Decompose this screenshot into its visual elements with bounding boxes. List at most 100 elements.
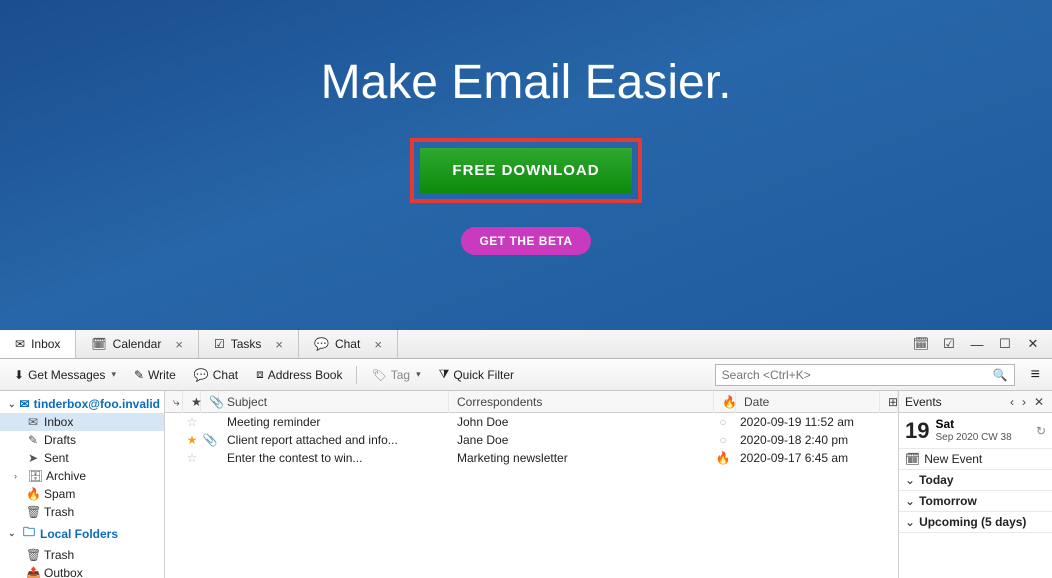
calendar-icon: 🗓 — [91, 337, 106, 351]
maximize-button[interactable]: ☐ — [994, 333, 1016, 355]
spam-indicator-icon: 🔥 — [714, 451, 732, 465]
main-area: ⌄ ✉ tinderbox@foo.invalid ✉Inbox ✎Drafts… — [0, 391, 1052, 578]
quick-filter-button[interactable]: ⧩ Quick Filter — [431, 363, 522, 386]
tab-label: Inbox — [31, 337, 60, 351]
col-spam-indicator[interactable]: 🔥 — [714, 391, 736, 413]
menu-button[interactable]: ≡ — [1025, 362, 1046, 388]
chevron-down-icon[interactable]: ▾ — [111, 369, 116, 380]
tab-chat[interactable]: 💬 Chat × — [299, 330, 398, 358]
tab-bar: ✉ Inbox 🗓 Calendar × ☑ Tasks × 💬 Chat × … — [0, 330, 1052, 359]
events-close-button[interactable]: ✕ — [1032, 395, 1046, 409]
message-subject: Enter the contest to win... — [219, 451, 449, 465]
folder-drafts[interactable]: ✎Drafts — [0, 431, 164, 449]
folder-label: Spam — [44, 487, 75, 501]
tag-button[interactable]: 🏷 Tag ▾ — [363, 364, 428, 386]
events-title: Events — [905, 395, 942, 409]
events-date[interactable]: 19 Sat Sep 2020 CW 38 ↻ — [899, 413, 1052, 449]
message-row[interactable]: ☆Meeting reminderJohn Doe○2020-09-19 11:… — [165, 413, 898, 431]
toolbar: ⬇ Get Messages ▾ ✎ Write 💬 Chat ⧈ Addres… — [0, 359, 1052, 391]
new-event-button[interactable]: 🗓 New Event — [899, 449, 1052, 470]
events-day-number: 19 — [905, 418, 929, 444]
message-row[interactable]: ★📎Client report attached and info...Jane… — [165, 431, 898, 449]
events-dow: Sat — [935, 417, 954, 431]
col-star[interactable]: ★ — [183, 391, 201, 413]
col-date[interactable]: Date — [736, 391, 880, 413]
folder-label: Trash — [44, 548, 74, 562]
col-picker[interactable]: ⊞ — [880, 391, 898, 413]
close-icon[interactable]: × — [374, 337, 382, 352]
star-icon[interactable]: ★ — [183, 433, 201, 447]
account-node[interactable]: ⌄ ✉ tinderbox@foo.invalid — [0, 395, 164, 413]
chat-icon: 💬 — [314, 337, 329, 351]
events-subdate: Sep 2020 CW 38 — [935, 432, 1011, 443]
minimize-button[interactable]: — — [966, 333, 988, 355]
attachment-icon: 📎 — [201, 433, 219, 447]
mail-icon: ✉ — [15, 337, 25, 351]
sent-icon: ➤ — [26, 451, 40, 465]
folder-outbox[interactable]: 📤Outbox — [0, 564, 164, 578]
folder-archive[interactable]: ›🗄Archive — [0, 467, 164, 485]
write-button[interactable]: ✎ Write — [126, 364, 184, 386]
hero-title: Make Email Easier. — [321, 55, 732, 110]
address-book-button[interactable]: ⧈ Address Book — [248, 363, 350, 386]
events-section-upcoming[interactable]: Upcoming (5 days) — [899, 512, 1052, 533]
events-section-tomorrow[interactable]: Tomorrow — [899, 491, 1052, 512]
get-beta-button[interactable]: GET THE BETA — [461, 227, 590, 255]
tool-label: Chat — [213, 368, 238, 382]
calendar-icon: 🗓 — [905, 452, 920, 466]
close-icon[interactable]: × — [175, 337, 183, 352]
col-subject[interactable]: Subject — [219, 391, 449, 413]
col-thread[interactable]: ⤷ — [165, 391, 183, 413]
tool-label: Quick Filter — [453, 368, 514, 382]
pencil-icon: ✎ — [134, 368, 144, 382]
tab-inbox[interactable]: ✉ Inbox — [0, 330, 76, 358]
outbox-icon: 📤 — [26, 566, 40, 578]
message-columns-header: ⤷ ★ 📎 Subject Correspondents 🔥 Date ⊞ — [165, 391, 898, 413]
spam-indicator-icon: ○ — [714, 415, 732, 429]
local-folders-node[interactable]: ⌄ 🗀 Local Folders — [0, 521, 164, 546]
free-download-button[interactable]: FREE DOWNLOAD — [420, 148, 631, 193]
tab-label: Tasks — [231, 337, 262, 351]
events-reload-icon[interactable]: ↻ — [1036, 424, 1046, 438]
tab-tasks[interactable]: ☑ Tasks × — [199, 330, 299, 358]
message-from: Marketing newsletter — [449, 451, 714, 465]
star-icon[interactable]: ☆ — [183, 415, 201, 429]
twisty-open-icon[interactable]: ⌄ — [8, 528, 18, 539]
spam-indicator-icon: ○ — [714, 433, 732, 447]
tasks-pane-icon[interactable]: ☑ — [938, 333, 960, 355]
col-attachment[interactable]: 📎 — [201, 391, 219, 413]
events-section-today[interactable]: Today — [899, 470, 1052, 491]
calendar-today-icon[interactable]: 🗓 — [910, 333, 932, 355]
folder-spam[interactable]: 🔥Spam — [0, 485, 164, 503]
tool-label: Write — [148, 368, 176, 382]
folder-local-trash[interactable]: 🗑Trash — [0, 546, 164, 564]
events-prev-button[interactable]: ‹ — [1008, 395, 1016, 409]
chat-button[interactable]: 💬 Chat — [186, 364, 246, 386]
tool-label: Get Messages — [28, 368, 105, 382]
twisty-closed-icon[interactable]: › — [14, 471, 24, 481]
get-messages-button[interactable]: ⬇ Get Messages ▾ — [6, 364, 124, 386]
close-button[interactable]: ✕ — [1022, 333, 1044, 355]
folder-label: Sent — [44, 451, 69, 465]
folder-sent[interactable]: ➤ Sent — [0, 449, 164, 467]
tab-label: Calendar — [113, 337, 162, 351]
events-next-button[interactable]: › — [1020, 395, 1028, 409]
message-subject: Client report attached and info... — [219, 433, 449, 447]
chevron-down-icon[interactable]: ▾ — [416, 369, 421, 380]
folder-label: Drafts — [44, 433, 76, 447]
search-icon[interactable]: 🔍 — [993, 368, 1008, 382]
search-box[interactable]: 🔍 — [715, 364, 1015, 386]
twisty-open-icon[interactable]: ⌄ — [8, 399, 16, 410]
download-highlight-box: FREE DOWNLOAD — [410, 138, 641, 203]
search-input[interactable] — [722, 368, 993, 382]
col-correspondents[interactable]: Correspondents — [449, 391, 714, 413]
close-icon[interactable]: × — [275, 337, 283, 352]
mail-icon: ✉ — [20, 397, 30, 411]
tag-icon: 🏷 — [371, 368, 386, 382]
star-icon[interactable]: ☆ — [183, 451, 201, 465]
message-row[interactable]: ☆ Enter the contest to win...Marketing ne… — [165, 449, 898, 467]
folder-trash[interactable]: 🗑Trash — [0, 503, 164, 521]
folder-label: Inbox — [44, 415, 73, 429]
folder-inbox[interactable]: ✉Inbox — [0, 413, 164, 431]
tab-calendar[interactable]: 🗓 Calendar × — [76, 330, 199, 358]
